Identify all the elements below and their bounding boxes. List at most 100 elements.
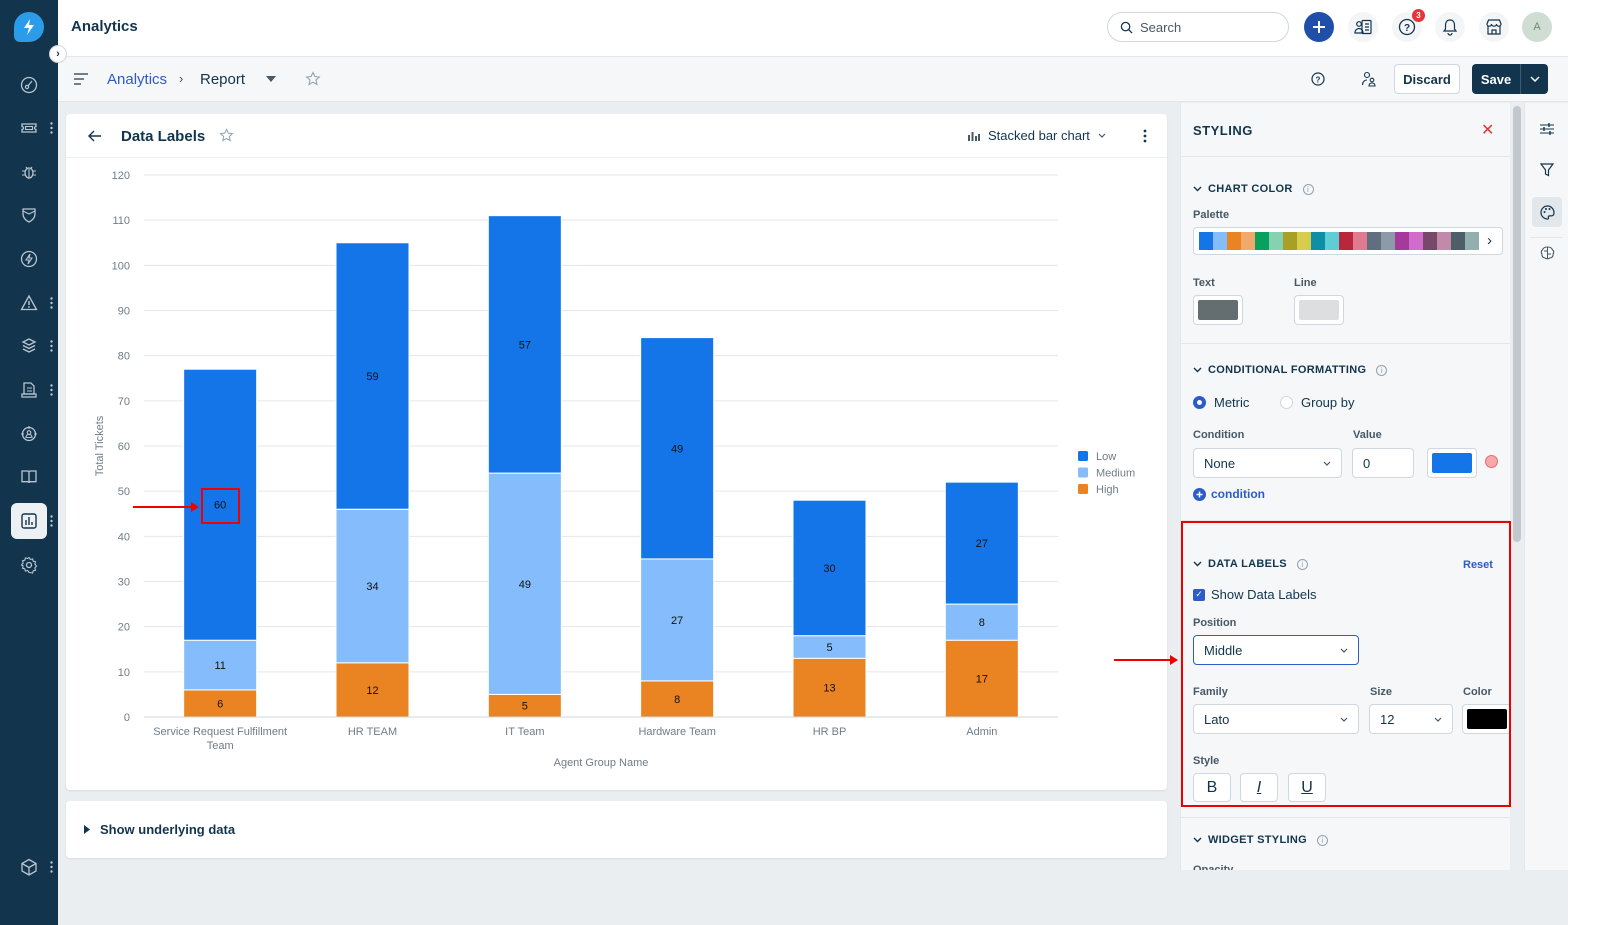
condition-color-picker[interactable] [1427,448,1477,478]
help-circle-icon[interactable]: ? [1311,72,1325,86]
sidebar-item-analytics-menu-icon[interactable] [49,515,53,527]
conditional-formatting-header[interactable]: CONDITIONAL FORMATTING i [1193,364,1388,376]
bell-icon [1442,19,1458,36]
sidebar-item-assets-menu-icon[interactable] [49,340,53,352]
info-icon[interactable]: i [1302,183,1314,195]
book-icon [21,470,37,484]
data-label: 49 [671,443,683,455]
sidebar-item-analytics[interactable] [11,503,47,539]
breadcrumb-analytics-link[interactable]: Analytics [107,71,167,88]
sidebar-item-team[interactable] [11,416,47,452]
legend-label-low: Low [1096,451,1116,463]
sidebar-item-apps[interactable] [11,849,47,885]
palette-swatch [1395,232,1409,250]
palette-swatch [1255,232,1269,250]
report-dropdown-caret-icon[interactable] [266,76,276,82]
condition-value-input[interactable]: 0 [1352,448,1414,478]
share-users-icon[interactable] [1361,71,1377,87]
marketplace-button[interactable] [1479,12,1509,42]
ai-insights-button[interactable] [1532,238,1562,268]
radio-metric-label: Metric [1214,395,1250,410]
legend-swatch-medium [1078,467,1088,478]
sidebar-item-contracts[interactable] [11,372,47,408]
chart-color-title: CHART COLOR [1208,183,1293,195]
opacity-label: Opacity [1193,864,1234,870]
people-icon [21,426,37,442]
sidebar-item-dashboard[interactable] [11,67,47,103]
info-icon[interactable]: i [1316,834,1328,846]
sidebar-item-admin[interactable] [11,547,47,583]
palette-swatch [1339,232,1353,250]
chart-type-selector[interactable]: Stacked bar chart [968,128,1106,143]
legend-swatch-low [1078,451,1088,461]
user-avatar[interactable]: A [1522,12,1552,42]
sidebar-item-solutions[interactable] [11,459,47,495]
contacts-button[interactable] [1348,12,1378,42]
radio-metric[interactable]: Metric [1193,395,1249,410]
save-options-button[interactable] [1520,64,1548,94]
sidebar-item-contracts-menu-icon[interactable] [49,384,53,396]
line-color-label: Line [1294,277,1317,289]
close-icon[interactable]: ✕ [1481,120,1494,140]
radio-dot [1280,396,1293,409]
notifications-button[interactable] [1435,12,1465,42]
freshservice-logo[interactable] [14,12,44,42]
properties-button[interactable] [1532,114,1562,144]
chevron-down-icon [1193,837,1202,843]
sidebar-item-releases[interactable] [11,241,47,277]
data-labels-annotation-arrow [1114,655,1178,665]
widget-styling-header[interactable]: WIDGET STYLING i [1193,834,1328,846]
radio-dot-selected [1193,396,1206,409]
menu-lines-icon[interactable] [74,73,88,85]
app-title: Analytics [71,18,138,35]
global-search-input[interactable]: Search [1107,12,1289,42]
sidebar-expand-button[interactable]: › [49,45,67,63]
shield-icon [22,208,36,223]
back-arrow-icon[interactable] [88,130,102,142]
line-color-picker[interactable] [1294,295,1344,325]
show-underlying-data-toggle[interactable]: Show underlying data [66,801,1167,858]
save-button[interactable]: Save [1472,72,1520,87]
data-label: 6 [217,698,223,710]
annotation-highlight-box [201,488,240,524]
help-icon: ? [1398,18,1416,36]
sidebar-item-changes[interactable] [11,197,47,233]
sidebar-item-alerts-menu-icon[interactable] [49,297,53,309]
palette-swatch [1297,232,1311,250]
radio-group-by[interactable]: Group by [1280,395,1354,410]
palette-selector[interactable]: › [1193,227,1503,255]
widget-styling-title: WIDGET STYLING [1208,834,1307,846]
data-label: 8 [979,617,985,629]
info-icon[interactable]: i [1376,364,1388,376]
condition-select-value: None [1204,455,1236,471]
condition-label: Condition [1193,429,1245,441]
palette-swatch [1353,232,1367,250]
sidebar: › [0,0,67,925]
chart-color-header[interactable]: CHART COLOR i [1193,183,1314,195]
filter-button[interactable] [1532,155,1562,185]
new-item-button[interactable] [1304,12,1334,42]
sidebar-item-problems[interactable] [11,154,47,190]
remove-condition-icon[interactable] [1485,455,1498,468]
data-label: 17 [976,674,988,686]
sidebar-item-alerts[interactable] [11,285,47,321]
panel-scrollbar[interactable] [1513,106,1521,542]
condition-select[interactable]: None [1193,448,1342,478]
widget-favorite-star-icon[interactable] [219,128,234,143]
sidebar-item-apps-menu-icon[interactable] [49,861,53,873]
palette-swatch [1437,232,1451,250]
palette-swatch [1367,232,1381,250]
more-options-icon[interactable] [1143,129,1147,143]
favorite-star-icon[interactable] [305,71,321,87]
sidebar-item-assets[interactable] [11,328,47,364]
text-color-picker[interactable] [1193,295,1243,325]
text-color-label: Text [1193,277,1215,289]
sidebar-item-tickets[interactable] [11,110,47,146]
widget-title: Data Labels [121,128,206,145]
help-button[interactable]: ? 3 [1392,9,1425,42]
sidebar-item-tickets-menu-icon[interactable] [49,122,53,134]
styling-button[interactable] [1532,197,1562,227]
add-condition-button[interactable]: condition [1193,487,1265,501]
palette-swatch [1199,232,1213,250]
discard-button[interactable]: Discard [1394,64,1460,94]
